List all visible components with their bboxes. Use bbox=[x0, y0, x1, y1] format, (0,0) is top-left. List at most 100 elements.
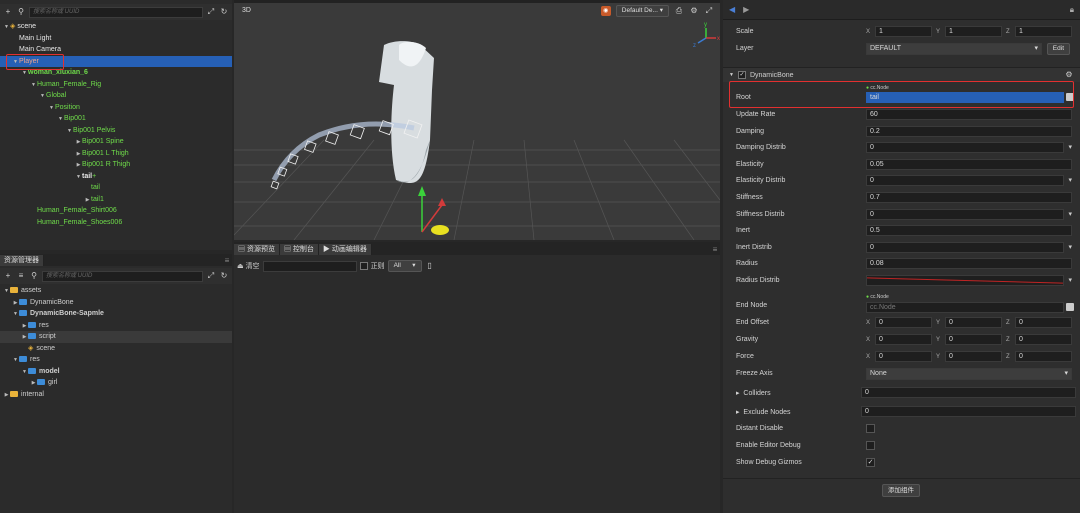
scene-view[interactable]: 3D ◉ Default De... ▾ ⎙ ⚙ ⤢ y x z bbox=[234, 0, 720, 240]
checkbox[interactable]: ✓ bbox=[866, 458, 875, 467]
hierarchy-node-label: Position bbox=[55, 103, 80, 111]
x-field[interactable]: 0 bbox=[875, 317, 932, 328]
menu-icon[interactable]: ≡ bbox=[710, 245, 720, 255]
layer-edit-button[interactable]: Edit bbox=[1046, 42, 1070, 55]
hierarchy-node[interactable]: ▼Bip001 Pelvis bbox=[0, 125, 232, 137]
component-enable-checkbox[interactable]: ✓ bbox=[737, 71, 746, 79]
freeze-axis-select[interactable]: None ▾ bbox=[866, 367, 1072, 380]
prop-field[interactable]: 60 bbox=[866, 109, 1072, 120]
hierarchy-node[interactable]: ▶ Bip001 Spine bbox=[0, 136, 232, 148]
scale-x-field[interactable]: 1 bbox=[875, 26, 932, 37]
y-field[interactable]: 0 bbox=[945, 334, 1002, 345]
tab-asset-preview[interactable]: ▤ 资源预览 bbox=[234, 244, 280, 255]
hierarchy-node[interactable]: Main Light bbox=[0, 33, 232, 45]
log-filter-select[interactable]: All ▾ bbox=[387, 260, 422, 272]
hierarchy-node[interactable]: ▼Position bbox=[0, 102, 232, 114]
asset-item[interactable]: ▼ DynamicBone-Sapmle bbox=[0, 308, 232, 320]
regex-checkbox[interactable] bbox=[359, 262, 368, 270]
asset-item[interactable]: ▼ assets bbox=[0, 285, 232, 297]
hierarchy-node[interactable]: ▼Global bbox=[0, 90, 232, 102]
tab-console[interactable]: ▤ 控制台 bbox=[279, 244, 319, 255]
hierarchy-search-input[interactable]: 搜索名称或 UUID bbox=[29, 6, 203, 18]
refresh-icon[interactable]: ↻ bbox=[219, 271, 229, 281]
expand-arrow-icon[interactable]: ▶ bbox=[3, 390, 10, 402]
asset-item[interactable]: ▼ model bbox=[0, 366, 232, 378]
hierarchy-node[interactable]: ▼Human_Female_Rig bbox=[0, 79, 232, 91]
colliders-toggle[interactable]: ▸ Colliders bbox=[736, 389, 853, 397]
freeze-axis-row: Freeze Axis None ▾ bbox=[736, 366, 1072, 381]
asset-item[interactable]: ▶ res bbox=[0, 320, 232, 332]
prop-field[interactable]: 0.7 bbox=[866, 192, 1072, 203]
assets-search-input[interactable]: 搜索名称或 UUID bbox=[42, 270, 203, 282]
sort-icon[interactable]: ≡ bbox=[16, 271, 26, 281]
prop-field[interactable]: 0.05 bbox=[866, 158, 1072, 170]
checkbox-label: Distant Disable bbox=[736, 425, 784, 432]
add-component-button[interactable]: 添加组件 bbox=[882, 484, 920, 497]
z-field[interactable]: 0 bbox=[1015, 334, 1072, 345]
asset-item[interactable]: ▶ script bbox=[0, 331, 232, 343]
add-icon[interactable]: + bbox=[3, 7, 13, 17]
z-field[interactable]: 0 bbox=[1015, 317, 1072, 328]
prop-field[interactable]: 0 bbox=[866, 241, 1072, 253]
prop-field[interactable]: 0.08 bbox=[866, 258, 1072, 270]
hierarchy-node[interactable]: ▼tail+ bbox=[0, 171, 232, 183]
clear-button[interactable]: ⏏ 清空 bbox=[237, 261, 260, 271]
prop-field[interactable]: 0 bbox=[866, 175, 1072, 187]
exclude-nodes-toggle[interactable]: ▸ Exclude Nodes bbox=[736, 408, 853, 416]
hierarchy-node[interactable]: tail bbox=[0, 182, 232, 194]
hierarchy-node[interactable]: ▶ Bip001 R Thigh bbox=[0, 159, 232, 171]
layer-label: Layer bbox=[736, 45, 754, 52]
x-field[interactable]: 0 bbox=[875, 334, 932, 345]
end-node-type-label: cc.Node bbox=[870, 294, 889, 300]
checkbox[interactable] bbox=[866, 441, 875, 450]
hierarchy-node[interactable]: Human_Female_Shirt006 bbox=[0, 205, 232, 217]
refresh-icon[interactable]: ↻ bbox=[219, 7, 229, 17]
add-icon[interactable]: + bbox=[3, 271, 13, 281]
prop-field[interactable] bbox=[866, 275, 1072, 286]
hierarchy-node[interactable]: Human_Female_Shoes006 bbox=[0, 217, 232, 229]
exclude-nodes-count-field[interactable]: 0 bbox=[861, 406, 1076, 417]
lock-icon[interactable]: 🔒︎ bbox=[1070, 5, 1074, 15]
gear-icon[interactable]: ⚙ bbox=[1064, 70, 1074, 80]
prop-field[interactable]: 0 bbox=[866, 142, 1072, 154]
hierarchy-node[interactable]: ▼Bip001 bbox=[0, 113, 232, 125]
prop-field[interactable]: 0 bbox=[866, 208, 1072, 220]
x-field[interactable]: 0 bbox=[875, 351, 932, 362]
scale-z-field[interactable]: 1 bbox=[1015, 26, 1072, 37]
asset-item[interactable]: ◈ scene bbox=[0, 343, 232, 355]
component-header[interactable]: ▼ ✓ DynamicBone ⚙ bbox=[723, 67, 1080, 82]
log-file-icon[interactable]: ▯ bbox=[425, 261, 435, 271]
back-icon[interactable]: ◀ bbox=[729, 5, 735, 14]
prop-field[interactable]: 0.2 bbox=[866, 125, 1072, 137]
asset-item[interactable]: ▶ DynamicBone bbox=[0, 297, 232, 309]
tab-assets[interactable]: 资源管理器 bbox=[0, 255, 44, 266]
hierarchy-node[interactable]: ▼◈ scene bbox=[0, 21, 232, 33]
checkbox[interactable] bbox=[866, 424, 875, 433]
end-node-field[interactable]: cc.Node bbox=[866, 302, 1064, 313]
collapse-icon[interactable]: ⤢ bbox=[206, 271, 216, 281]
y-field[interactable]: 0 bbox=[945, 351, 1002, 362]
collapse-icon[interactable]: ⤢ bbox=[206, 7, 216, 17]
regex-label: 正则 bbox=[370, 263, 385, 270]
node-picker-icon[interactable] bbox=[1066, 303, 1074, 311]
y-field[interactable]: 0 bbox=[945, 317, 1002, 328]
colliders-label: Colliders bbox=[743, 389, 771, 397]
colliders-count-field[interactable]: 0 bbox=[861, 387, 1076, 398]
z-field[interactable]: 0 bbox=[1015, 351, 1072, 362]
prop-field[interactable]: 0.5 bbox=[866, 225, 1072, 237]
asset-item[interactable]: ▼ res bbox=[0, 354, 232, 366]
menu-icon[interactable]: ≡ bbox=[222, 256, 232, 266]
hierarchy-node[interactable]: ▶ Bip001 L Thigh bbox=[0, 148, 232, 160]
search-filter-icon[interactable]: ⚲ bbox=[16, 7, 26, 17]
search-filter-icon[interactable]: ⚲ bbox=[29, 271, 39, 281]
asset-item[interactable]: ▶ internal bbox=[0, 389, 232, 401]
tab-animation-editor[interactable]: ▶ 动画编辑器 bbox=[318, 244, 372, 255]
forward-icon[interactable]: ▶ bbox=[743, 5, 749, 14]
layer-select[interactable]: DEFAULT ▾ bbox=[866, 42, 1042, 55]
asset-item[interactable]: ▶ girl bbox=[0, 377, 232, 389]
database-icon bbox=[10, 287, 18, 294]
y-axis-label: Y bbox=[936, 353, 941, 360]
console-search-input[interactable] bbox=[262, 260, 357, 272]
scale-y-field[interactable]: 1 bbox=[945, 26, 1002, 37]
hierarchy-node[interactable]: ▶ tail1 bbox=[0, 194, 232, 206]
